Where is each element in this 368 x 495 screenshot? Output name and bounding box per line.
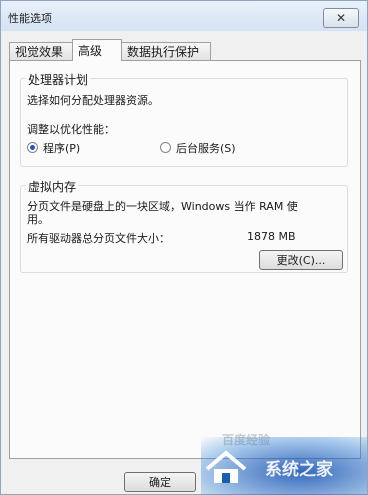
performance-options-window: 性能选项 ✕ 视觉效果 高级 数据执行保护 处理器计划 选择如何分配处理器资源。…	[0, 0, 368, 495]
virtual-memory-group: 虚拟内存 分页文件是硬盘上的一块区域，Windows 当作 RAM 使 用。 所…	[20, 178, 348, 273]
tab-advanced[interactable]: 高级	[72, 39, 122, 61]
ok-button[interactable]: 确定	[124, 472, 196, 492]
title-bar: 性能选项 ✕	[1, 1, 367, 31]
vm-description-line2: 用。	[27, 213, 49, 226]
processor-scheduling-group: 处理器计划 选择如何分配处理器资源。 调整以优化性能： 程序(P) 后台服务(S…	[20, 71, 348, 167]
close-icon: ✕	[335, 11, 347, 25]
watermark-brand-text: 系统之家	[265, 460, 333, 480]
window-title: 性能选项	[8, 12, 52, 25]
close-button[interactable]: ✕	[323, 8, 359, 28]
vm-description-line1: 分页文件是硬盘上的一块区域，Windows 当作 RAM 使	[27, 200, 298, 213]
house-logo-icon	[205, 450, 247, 483]
group-title: 处理器计划	[26, 71, 91, 88]
tab-dep[interactable]: 数据执行保护	[121, 42, 211, 60]
tab-visual-effects[interactable]: 视觉效果	[9, 42, 73, 60]
tab-panel-advanced: 处理器计划 选择如何分配处理器资源。 调整以优化性能： 程序(P) 后台服务(S…	[9, 60, 361, 459]
change-button[interactable]: 更改(C)...	[259, 250, 343, 270]
watermark-overlay: 系统之家	[201, 437, 367, 495]
paging-size-label: 所有驱动器总分页文件大小：	[27, 232, 170, 245]
processor-description: 选择如何分配处理器资源。	[27, 94, 159, 107]
radio-programs-label[interactable]: 程序(P)	[43, 140, 80, 156]
radio-background-services[interactable]	[160, 142, 171, 153]
radio-programs[interactable]	[27, 142, 38, 153]
group-title: 虚拟内存	[26, 178, 79, 195]
radio-background-label[interactable]: 后台服务(S)	[176, 140, 236, 156]
paging-size-value: 1878 MB	[247, 230, 296, 243]
adjust-label: 调整以优化性能：	[27, 123, 115, 136]
tab-strip: 视觉效果 高级 数据执行保护	[9, 39, 361, 61]
